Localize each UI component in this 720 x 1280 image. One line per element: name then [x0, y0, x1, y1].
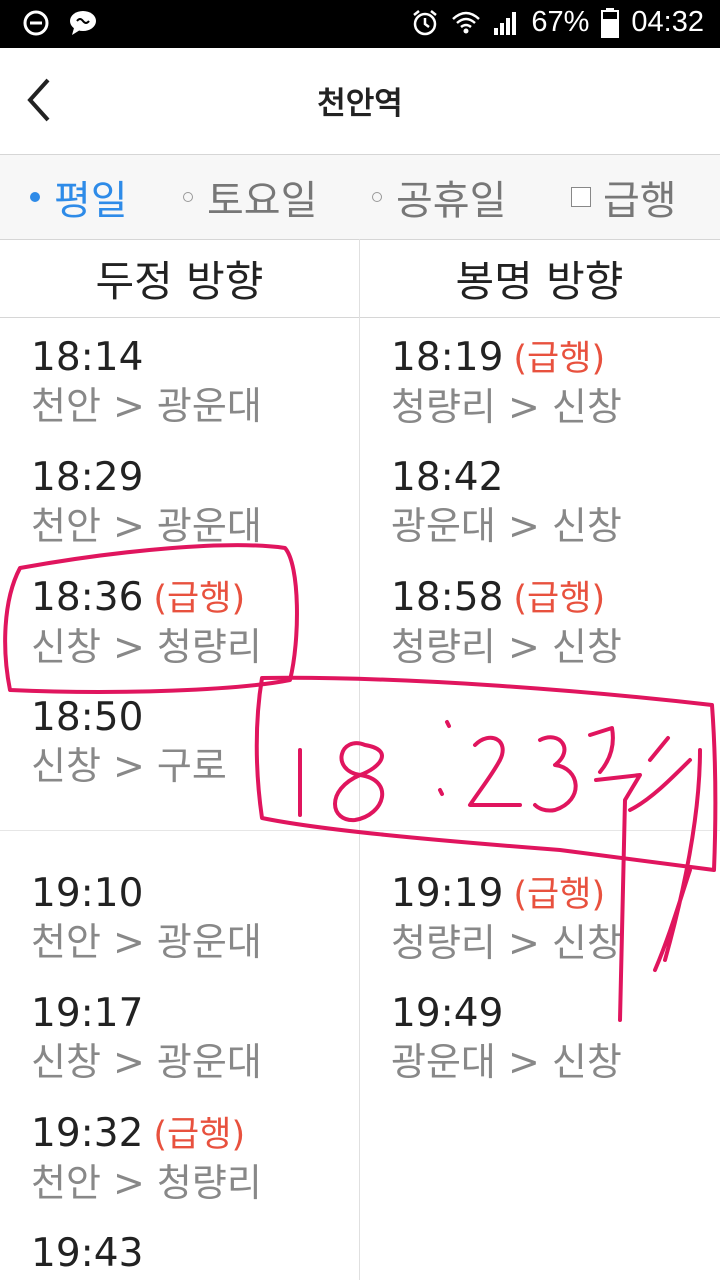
app-header: 천안역	[0, 48, 720, 154]
list-item[interactable]: 18:29 천안 > 광운대	[31, 454, 262, 550]
route-label: 청량리 > 신창	[391, 625, 622, 669]
checkbox-icon[interactable]	[571, 187, 591, 207]
departure-time: 18:19	[391, 335, 504, 380]
route-label: 신창 > 청량리	[31, 625, 262, 669]
tab-weekday-label: 평일	[54, 178, 128, 224]
tab-saturday-label: 토요일	[207, 178, 318, 224]
departure-time: 19:49	[391, 991, 504, 1036]
annotation-tail	[628, 736, 702, 972]
annotation-3	[533, 735, 578, 813]
route-label: 광운대 > 신창	[391, 504, 622, 548]
list-item[interactable]: 18:14 천안 > 광운대	[31, 334, 262, 430]
express-filter[interactable]: 급행	[571, 155, 677, 239]
route-label: 천안 > 광운대	[31, 920, 262, 964]
route-label: 청량리 > 신창	[391, 385, 622, 429]
radio-dot-icon	[183, 192, 193, 202]
hour-divider	[0, 830, 720, 831]
express-badge: (급행)	[513, 875, 606, 915]
direction-right-header: 봉명 방향	[455, 256, 624, 306]
page-title: 천안역	[317, 86, 403, 122]
list-item[interactable]: 18:36 (급행) 신창 > 청량리	[31, 574, 262, 671]
route-label: 청량리 > 신창	[391, 921, 622, 965]
clock: 04:32	[631, 6, 704, 38]
tab-weekday[interactable]: 평일	[30, 155, 128, 239]
list-item[interactable]: 19:19 (급행) 청량리 > 신창	[391, 870, 622, 967]
annotation-box-right	[254, 675, 718, 872]
departure-time: 18:36	[31, 575, 144, 620]
route-label: 신창 > 광운대	[31, 1040, 262, 1084]
departure-time: 19:17	[31, 991, 144, 1036]
tab-holiday[interactable]: 공휴일	[372, 155, 506, 239]
list-item[interactable]: 19:32 (급행) 천안 > 청량리	[31, 1110, 262, 1207]
status-bar: 67% 04:32	[0, 0, 720, 48]
radio-dot-icon	[30, 192, 40, 202]
list-item[interactable]: 19:10 천안 > 광운대	[31, 870, 262, 966]
departure-time: 18:14	[31, 335, 144, 380]
express-badge: (급행)	[153, 579, 246, 619]
tab-saturday[interactable]: 토요일	[183, 155, 317, 239]
annotation-2	[468, 735, 522, 807]
express-badge: (급행)	[513, 579, 606, 619]
day-tabs: 평일 토요일 공휴일 급행	[0, 154, 720, 240]
list-item[interactable]: 18:42 광운대 > 신창	[391, 454, 622, 550]
express-filter-label: 급행	[603, 178, 677, 224]
battery-icon	[601, 7, 620, 38]
battery-percent: 67%	[531, 6, 590, 38]
route-label: 신창 > 구로	[31, 744, 227, 788]
direction-left-header: 두정 방향	[95, 256, 264, 306]
departure-time: 19:32	[31, 1111, 144, 1156]
list-item[interactable]: 18:19 (급행) 청량리 > 신창	[391, 334, 622, 431]
chat-icon	[70, 11, 96, 35]
list-item[interactable]: 18:58 (급행) 청량리 > 신창	[391, 574, 622, 671]
tab-holiday-label: 공휴일	[396, 178, 507, 224]
list-item[interactable]: 19:49 광운대 > 신창	[391, 990, 622, 1086]
alarm-icon	[413, 9, 438, 35]
route-label: 천안 > 청량리	[31, 1161, 262, 1205]
direction-headers: 두정 방향 봉명 방향	[0, 239, 720, 318]
wifi-icon	[452, 11, 481, 33]
departure-time: 18:29	[31, 455, 144, 500]
route-label: 광운대 > 신창	[391, 1040, 622, 1084]
route-label: 천안 > 광운대	[31, 384, 262, 428]
express-badge: (급행)	[513, 339, 606, 379]
list-item[interactable]: 18:50 신창 > 구로	[31, 694, 227, 790]
departure-time: 18:42	[391, 455, 504, 500]
list-item[interactable]: 19:17 신창 > 광운대	[31, 990, 262, 1086]
departure-time: 18:58	[391, 575, 504, 620]
departure-time: 18:50	[31, 695, 144, 740]
signal-icon	[494, 11, 517, 35]
departure-time: 19:43	[31, 1231, 144, 1276]
departure-time: 19:19	[391, 871, 504, 916]
dnd-icon	[23, 10, 49, 36]
express-badge: (급행)	[153, 1115, 246, 1155]
annotation-colon	[438, 720, 451, 796]
route-label: 천안 > 광운대	[31, 504, 262, 548]
list-item[interactable]: 19:43	[31, 1230, 143, 1278]
departure-time: 19:10	[31, 871, 144, 916]
column-divider	[359, 239, 360, 1280]
radio-dot-icon	[372, 192, 382, 202]
